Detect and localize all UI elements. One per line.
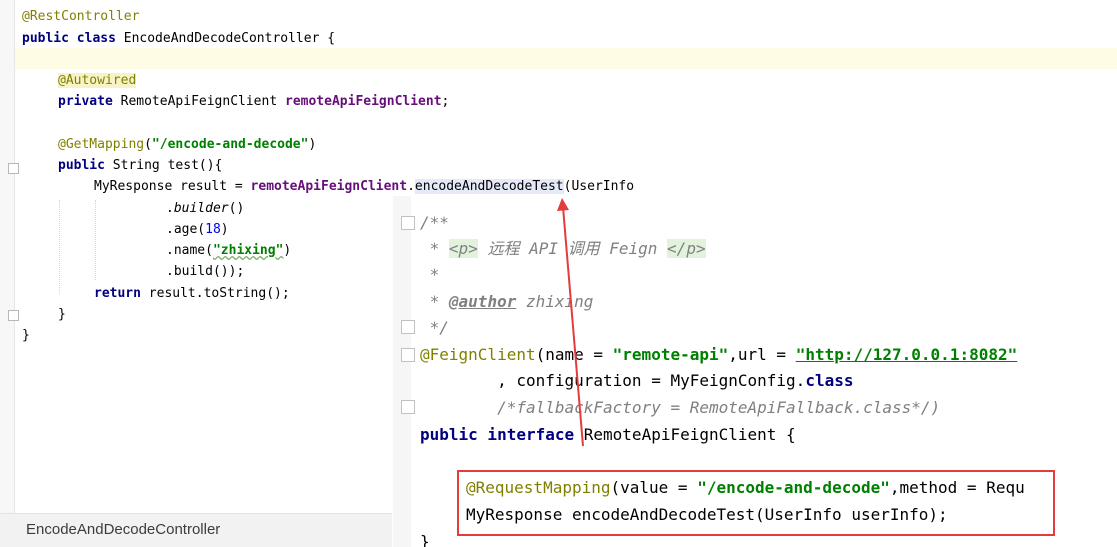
annotation-arrow — [557, 198, 584, 447]
arrow-head — [557, 198, 569, 211]
arrow-shaft — [562, 206, 584, 447]
